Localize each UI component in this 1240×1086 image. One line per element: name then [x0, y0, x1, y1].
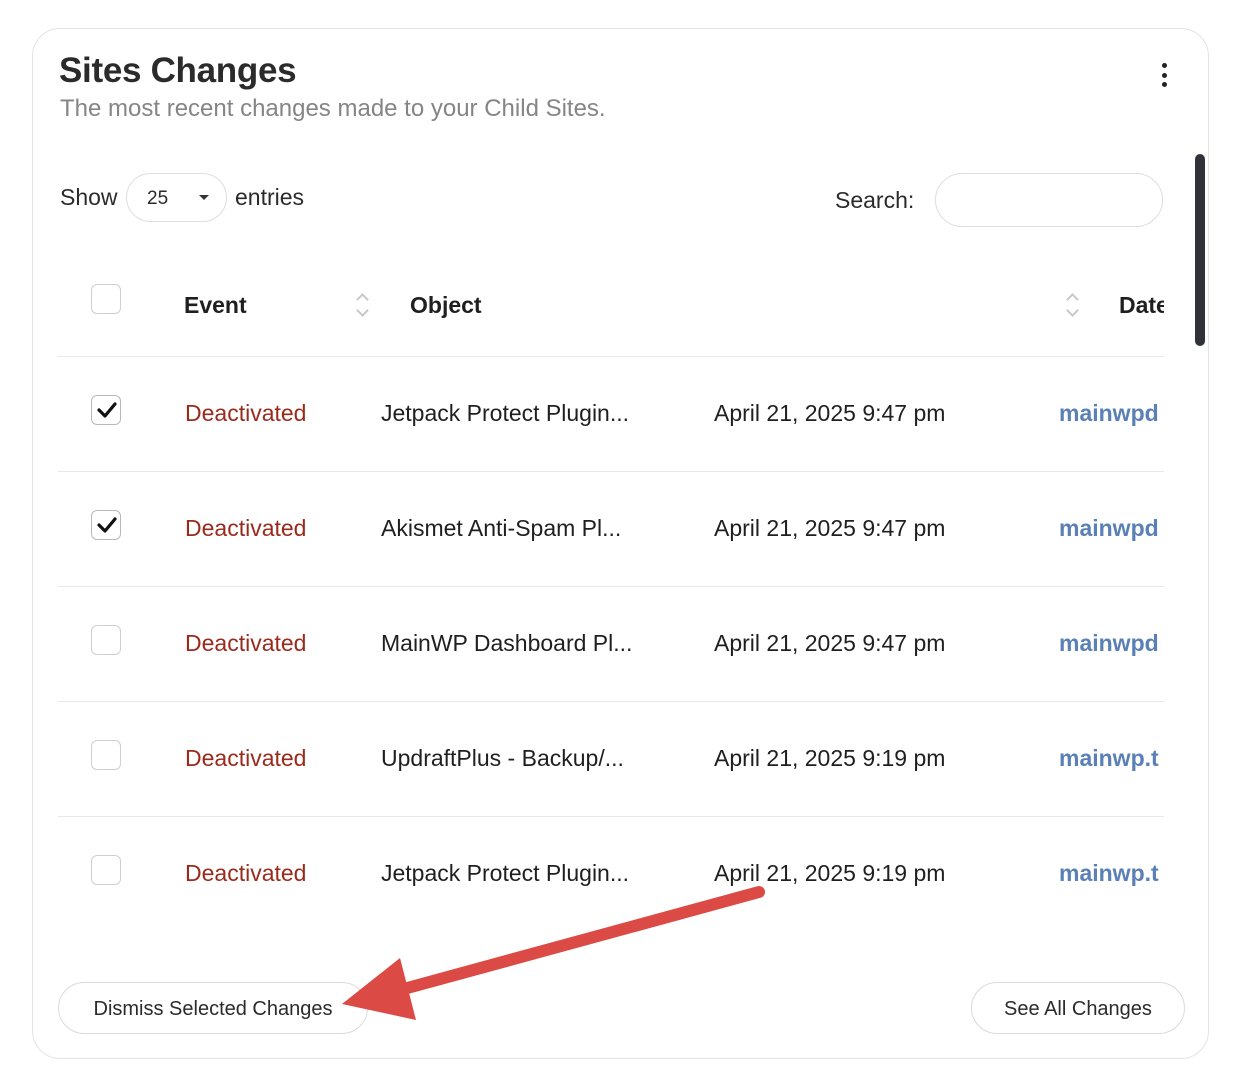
event-cell: Deactivated: [185, 400, 307, 426]
entries-length-select[interactable]: 25: [126, 173, 227, 222]
table-header: Event Object Date: [58, 259, 1164, 357]
table-row: Deactivated MainWP Dashboard Pl... April…: [58, 587, 1164, 702]
site-link[interactable]: mainwpd: [1059, 400, 1159, 427]
row-checkbox[interactable]: [91, 510, 121, 540]
row-checkbox[interactable]: [91, 855, 121, 885]
sort-object-icon[interactable]: [1066, 291, 1080, 319]
event-cell: Deactivated: [185, 515, 307, 541]
vertical-scrollbar[interactable]: [1195, 154, 1205, 346]
dismiss-selected-changes-button[interactable]: Dismiss Selected Changes: [58, 982, 368, 1034]
site-link[interactable]: mainwp.t: [1059, 860, 1159, 887]
sites-changes-widget: Sites Changes The most recent changes ma…: [32, 28, 1209, 1059]
widget-subtitle: The most recent changes made to your Chi…: [60, 95, 606, 122]
event-cell: Deactivated: [185, 630, 307, 656]
caret-down-icon: [199, 195, 209, 200]
select-all-checkbox[interactable]: [91, 284, 121, 314]
row-checkbox[interactable]: [91, 625, 121, 655]
object-cell: Akismet Anti-Spam Pl...: [381, 515, 622, 541]
table-row: Deactivated UpdraftPlus - Backup/... Apr…: [58, 702, 1164, 817]
date-cell: April 21, 2025 9:19 pm: [714, 860, 946, 886]
date-cell: April 21, 2025 9:47 pm: [714, 400, 946, 426]
object-cell: MainWP Dashboard Pl...: [381, 630, 633, 656]
column-header-object[interactable]: Object: [410, 292, 482, 319]
date-cell: April 21, 2025 9:19 pm: [714, 745, 946, 771]
entries-label: entries: [235, 184, 305, 210]
row-checkbox[interactable]: [91, 740, 121, 770]
site-link[interactable]: mainwpd: [1059, 630, 1159, 657]
sort-event-icon[interactable]: [356, 291, 370, 319]
search-label: Search:: [835, 187, 915, 213]
see-all-changes-button[interactable]: See All Changes: [971, 982, 1185, 1034]
checkmark-icon: [97, 517, 117, 533]
entries-length-value: 25: [147, 188, 169, 209]
widget-title: Sites Changes: [59, 51, 297, 90]
date-cell: April 21, 2025 9:47 pm: [714, 630, 946, 656]
object-cell: Jetpack Protect Plugin...: [381, 860, 630, 886]
event-cell: Deactivated: [185, 860, 307, 886]
site-link[interactable]: mainwpd: [1059, 515, 1159, 542]
show-label: Show: [60, 184, 118, 210]
column-header-event[interactable]: Event: [184, 292, 247, 319]
table-row: Deactivated Akismet Anti-Spam Pl... Apri…: [58, 472, 1164, 587]
event-cell: Deactivated: [185, 745, 307, 771]
checkmark-icon: [97, 402, 117, 418]
site-link[interactable]: mainwp.t: [1059, 745, 1159, 772]
object-cell: UpdraftPlus - Backup/...: [381, 745, 624, 771]
kebab-menu-icon[interactable]: [1157, 63, 1171, 87]
search-input[interactable]: [935, 173, 1163, 227]
table-row: Deactivated Jetpack Protect Plugin... Ap…: [58, 357, 1164, 472]
object-cell: Jetpack Protect Plugin...: [381, 400, 630, 426]
date-cell: April 21, 2025 9:47 pm: [714, 515, 946, 541]
table-row: Deactivated Jetpack Protect Plugin... Ap…: [58, 817, 1164, 931]
row-checkbox[interactable]: [91, 395, 121, 425]
changes-table: Event Object Date Deactivated Jetpack Pr…: [58, 259, 1164, 931]
column-header-date[interactable]: Date: [1119, 292, 1164, 319]
